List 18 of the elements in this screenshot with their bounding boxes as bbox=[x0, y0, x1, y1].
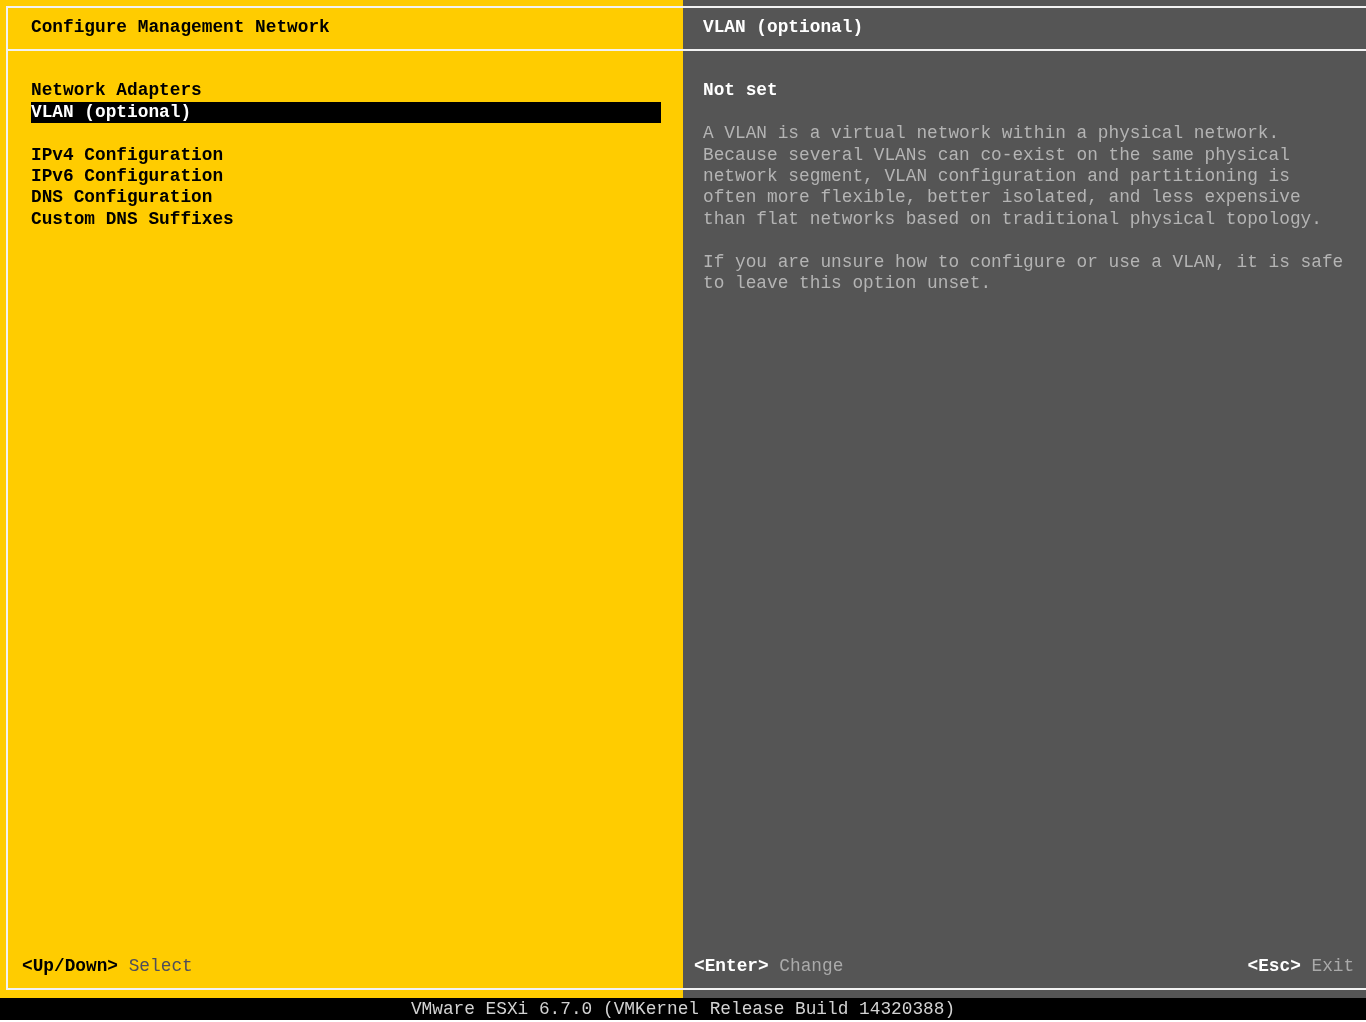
help-text: A VLAN is a virtual network within a physical network. Because several VLANs can co-exist on the same physical network segment, VLAN configuration and partitioning is often more flexible, better isolated, and less expensive than flat networks based on traditional physical topology. bbox=[703, 123, 1323, 231]
panel-title: VLAN (optional) bbox=[703, 17, 864, 37]
menu-item[interactable]: IPv4 Configuration bbox=[31, 144, 224, 166]
help-text: If you are unsure how to configure or use a VLAN, it is safe to leave this option unset. bbox=[703, 251, 1345, 295]
shortcut-action: Exit bbox=[1311, 955, 1355, 977]
shortcut-action: Change bbox=[779, 955, 844, 977]
menu-item[interactable]: Custom DNS Suffixes bbox=[31, 208, 234, 231]
shortcut-key: <Esc> bbox=[1247, 955, 1301, 977]
menu-item[interactable]: VLAN (optional) bbox=[31, 101, 661, 124]
current-value: Not set bbox=[703, 80, 778, 102]
shortcut-action: Select bbox=[128, 955, 193, 977]
panel-title: Configure Management Network bbox=[31, 17, 330, 37]
menu-item[interactable]: Network Adapters bbox=[31, 80, 202, 102]
shortcut-key: <Enter> bbox=[694, 955, 769, 977]
shortcut-key: <Up/Down> bbox=[22, 955, 119, 977]
version-text: VMware ESXi 6.7.0 (VMKernel Release Build 14320388) bbox=[410, 998, 956, 1020]
menu-item[interactable]: DNS Configuration bbox=[31, 187, 213, 209]
menu-item[interactable]: IPv6 Configuration bbox=[31, 166, 224, 188]
